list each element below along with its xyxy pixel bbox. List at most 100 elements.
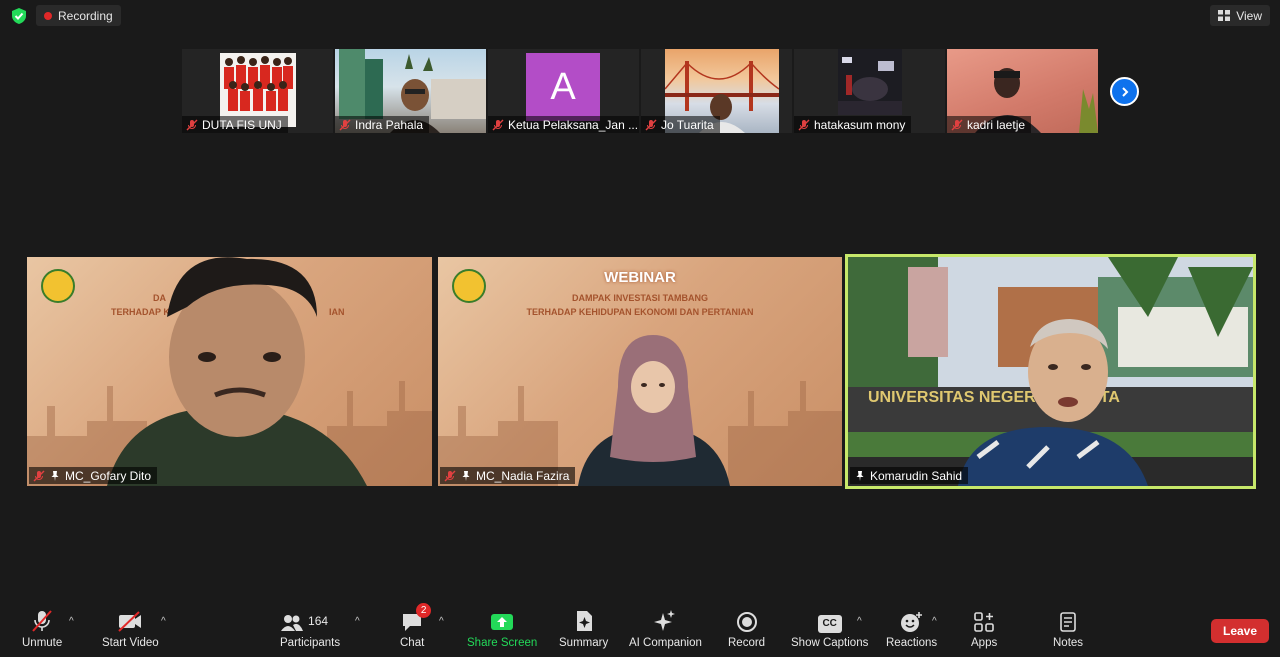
participant-name-label: Komarudin Sahid (850, 467, 969, 484)
record-icon (736, 609, 758, 633)
chat-button[interactable]: 2 Chat (400, 603, 432, 649)
chevron-right-icon (1121, 86, 1128, 97)
chat-icon: 2 (401, 603, 432, 633)
view-button[interactable]: View (1210, 5, 1270, 26)
avatar: A (526, 53, 600, 121)
show-captions-label: Show Captions (791, 637, 869, 649)
cc-glyph: CC (817, 615, 842, 633)
participant-video (578, 335, 730, 486)
participant-name-label: MC_Gofary Dito (29, 467, 158, 484)
unmute-label: Unmute (22, 637, 63, 649)
participant-name: Komarudin Sahid (870, 468, 963, 483)
security-shield-icon[interactable] (10, 7, 28, 25)
pin-icon (856, 470, 864, 481)
mic-muted-icon (645, 119, 657, 130)
mic-muted-icon (951, 119, 963, 130)
grid-view-icon (1218, 10, 1231, 21)
recording-label: Recording (58, 8, 113, 23)
ai-sparkle-icon (653, 609, 677, 633)
apps-button[interactable]: Apps (971, 609, 997, 649)
participants-button[interactable]: 164 Participants (280, 609, 340, 649)
share-screen-button[interactable]: Share Screen (467, 609, 537, 649)
audio-options-caret-icon[interactable]: ^ (69, 616, 74, 627)
participant-name: kadri laetje (967, 117, 1026, 132)
participant-name-label: MC_Nadia Fazira (440, 467, 576, 484)
participants-options-caret-icon[interactable]: ^ (355, 616, 360, 627)
start-video-button[interactable]: Start Video (102, 609, 159, 649)
mic-muted-icon (444, 470, 456, 481)
notes-button[interactable]: Notes (1053, 609, 1083, 649)
pin-icon (462, 470, 470, 481)
next-page-button[interactable] (1110, 77, 1139, 106)
notes-label: Notes (1053, 637, 1084, 649)
webinar-title-line2: TERHADAP KEHIDUPAN EKONOMI DAN PERTANIAN (526, 307, 754, 317)
captions-options-caret-icon[interactable]: ^ (857, 616, 862, 627)
record-label: Record (728, 637, 766, 649)
participant-name-label: Indra Pahala (335, 116, 430, 133)
participant-name: MC_Nadia Fazira (476, 468, 570, 483)
ai-companion-label: AI Companion (629, 637, 702, 649)
video-tile[interactable]: WEBINAR DAMPAK INVESTASI TAMBANG TERHADA… (438, 257, 842, 486)
participant-thumbnail[interactable]: A Ketua Pelaksana_Jan ... (488, 49, 639, 133)
participant-thumbnail[interactable]: Jo Tuarita (641, 49, 792, 133)
participant-video: UNIVERSITAS NEGERI JAKARTA (848, 257, 1253, 486)
summary-label: Summary (559, 637, 609, 649)
participant-name: Ketua Pelaksana_Jan ... (508, 117, 639, 132)
pin-icon (51, 470, 59, 481)
recording-indicator[interactable]: Recording (36, 5, 121, 26)
captions-cc-icon: CC (817, 609, 842, 633)
participant-name-label: kadri laetje (947, 116, 1032, 133)
participant-name: Indra Pahala (355, 117, 424, 132)
unmute-button[interactable]: Unmute (22, 609, 62, 649)
apps-label: Apps (971, 637, 998, 649)
participant-count: 164 (308, 614, 329, 628)
notes-icon (1058, 609, 1078, 633)
participant-name: Jo Tuarita (661, 117, 714, 132)
participant-name: MC_Gofary Dito (65, 468, 152, 483)
summary-icon (573, 609, 595, 633)
record-button[interactable]: Record (728, 609, 765, 649)
participant-name-label: Jo Tuarita (641, 116, 720, 133)
mic-muted-icon (492, 119, 504, 130)
chat-options-caret-icon[interactable]: ^ (439, 616, 444, 627)
mic-muted-icon (31, 609, 53, 633)
reactions-button[interactable]: Reactions (886, 609, 937, 649)
reactions-emoji-icon (900, 609, 924, 633)
ai-companion-button[interactable]: AI Companion (629, 609, 702, 649)
apps-icon (973, 609, 995, 633)
share-screen-icon (490, 609, 514, 633)
show-captions-button[interactable]: CC Show Captions (791, 609, 868, 649)
chat-label: Chat (400, 637, 425, 649)
video-tile[interactable]: DA TERHADAP K IAN MC_Gofary Dito (27, 257, 432, 486)
participant-name: DUTA FIS UNJ (202, 117, 282, 132)
participant-thumbnail[interactable]: kadri laetje (947, 49, 1098, 133)
mic-muted-icon (33, 470, 45, 481)
participants-label: Participants (280, 637, 341, 649)
participant-thumbnail[interactable]: DUTA FIS UNJ (182, 49, 333, 133)
leave-button[interactable]: Leave (1211, 619, 1269, 643)
video-feed (838, 49, 902, 115)
participant-thumbnail[interactable]: hatakasum mony (794, 49, 945, 133)
participant-name-label: DUTA FIS UNJ (182, 116, 288, 133)
video-options-caret-icon[interactable]: ^ (161, 616, 166, 627)
mic-muted-icon (798, 119, 810, 130)
participant-name-label: hatakasum mony (794, 116, 912, 133)
webinar-heading: WEBINAR (604, 269, 676, 286)
participant-thumbnail-strip: DUTA FIS UNJ Indra Pahala A Ketua Pelaks… (182, 49, 1098, 133)
reactions-label: Reactions (886, 637, 938, 649)
view-label: View (1236, 8, 1262, 23)
reactions-options-caret-icon[interactable]: ^ (932, 616, 937, 627)
chat-unread-badge: 2 (416, 603, 432, 618)
start-video-label: Start Video (102, 637, 159, 649)
share-screen-label: Share Screen (467, 637, 538, 649)
participant-name-label: Ketua Pelaksana_Jan ... (488, 116, 639, 133)
participant-thumbnail[interactable]: Indra Pahala (335, 49, 486, 133)
webinar-title-line1: DAMPAK INVESTASI TAMBANG (572, 293, 708, 303)
participants-icon: 164 (281, 609, 339, 633)
participant-name: hatakasum mony (814, 117, 906, 132)
active-speaker-video-tile[interactable]: UNIVERSITAS NEGERI JAKARTA Komarudin Sah… (845, 254, 1256, 489)
video-off-icon (117, 609, 143, 633)
mic-muted-icon (339, 119, 351, 130)
recording-dot-icon (44, 11, 52, 20)
summary-button[interactable]: Summary (559, 609, 608, 649)
